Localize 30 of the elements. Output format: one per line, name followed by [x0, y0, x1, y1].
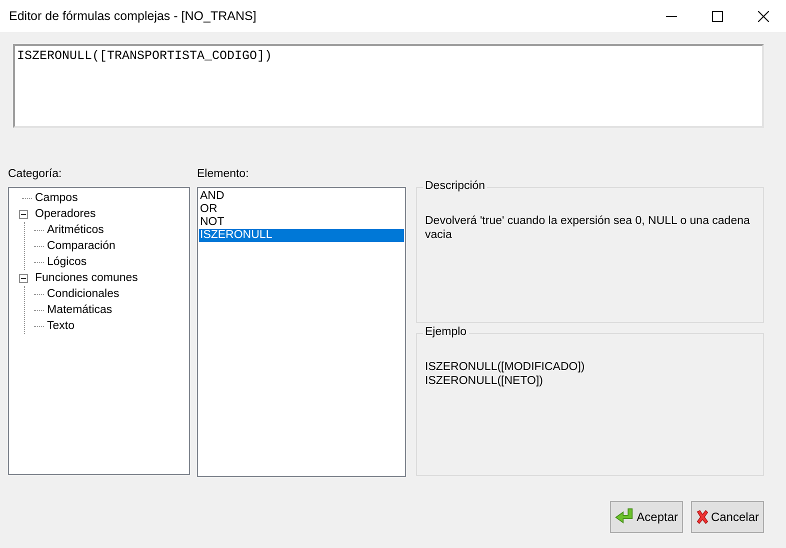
- window-title: Editor de fórmulas complejas - [NO_TRANS]: [8, 9, 258, 23]
- list-item[interactable]: NOT: [199, 216, 404, 229]
- cancel-button[interactable]: Cancelar: [691, 501, 764, 533]
- tree-item[interactable]: Matemáticas: [45, 304, 114, 316]
- description-text: Devolverá 'true' cuando la expersión sea 0, NULL o una cadena vacia: [425, 214, 751, 242]
- tree-item[interactable]: Aritméticos: [45, 224, 106, 236]
- element-label: Elemento:: [197, 168, 249, 180]
- collapse-icon[interactable]: [18, 274, 28, 282]
- maximize-icon[interactable]: [712, 10, 722, 22]
- category-tree[interactable]: Campos Operadores Aritméticos Comparación Lógicos Funciones comunes Condicionales Matemáticas Texto: [8, 187, 190, 475]
- tree-item[interactable]: Texto: [45, 320, 76, 332]
- list-item[interactable]: AND: [199, 190, 404, 203]
- element-list[interactable]: AND OR NOT ISZERONULL: [197, 187, 406, 477]
- list-item[interactable]: OR: [199, 203, 404, 216]
- tree-item[interactable]: Comparación: [45, 240, 118, 252]
- example-line: ISZERONULL([NETO]): [425, 374, 544, 388]
- category-label: Categoría:: [8, 168, 62, 180]
- example-line: ISZERONULL([MODIFICADO]): [425, 360, 586, 374]
- tree-item[interactable]: Condicionales: [45, 288, 122, 300]
- formula-field[interactable]: ISZERONULL([TRANSPORTISTA_CODIGO]): [13, 44, 764, 128]
- description-title: Descripción: [423, 180, 488, 192]
- list-item[interactable]: ISZERONULL: [199, 229, 404, 242]
- tree-item[interactable]: Funciones comunes: [33, 272, 140, 284]
- example-title: Ejemplo: [423, 326, 469, 338]
- collapse-icon[interactable]: [18, 210, 28, 218]
- close-icon[interactable]: [758, 10, 768, 22]
- tree-item[interactable]: Operadores: [33, 208, 98, 220]
- tree-item[interactable]: Campos: [33, 192, 80, 204]
- accept-button[interactable]: Aceptar: [610, 501, 683, 533]
- tree-item[interactable]: Lógicos: [45, 256, 89, 268]
